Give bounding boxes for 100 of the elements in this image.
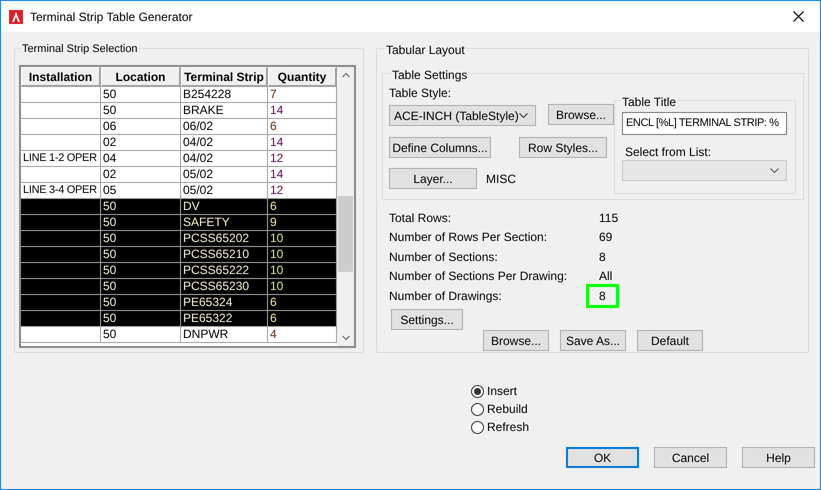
quantity-text: 14 — [270, 167, 284, 181]
close-icon — [792, 11, 804, 22]
list-label: Select from List: — [625, 144, 712, 161]
dialog-button[interactable]: Help — [742, 447, 815, 468]
table-row[interactable]: 50 B254228 7 — [21, 87, 337, 103]
app-logo-icon — [9, 10, 23, 24]
scroll-down-icon[interactable] — [342, 335, 350, 341]
title-field[interactable]: ENCL [%L] TERMINAL STRIP: % — [622, 112, 787, 135]
table-cell: 50 — [103, 311, 116, 325]
quantity-text: 6 — [270, 311, 277, 325]
quantity-text: 10 — [270, 279, 284, 293]
quantity-text: 7 — [270, 87, 277, 101]
dropdown-value: ACE-INCH (TableStyle) — [394, 108, 519, 124]
stat-label: Number of Sections Per Drawing: — [389, 268, 568, 286]
table-cell: 06 — [103, 119, 116, 133]
column-header[interactable]: Location — [101, 67, 181, 87]
table-cell: 50 — [103, 231, 116, 245]
table-row[interactable]: 50 PCSS65230 10 — [21, 279, 337, 295]
layout-button[interactable]: Save As... — [560, 330, 626, 351]
column-header[interactable]: Quantity — [268, 67, 337, 87]
table-cell: DNPWR — [183, 327, 228, 341]
table-cell: 50 — [103, 263, 116, 277]
table-row[interactable]: 02 05/02 14 — [21, 167, 337, 183]
quantity-text: 6 — [270, 199, 277, 213]
table-cell: 50 — [103, 295, 116, 309]
layer-button[interactable]: Layer... — [389, 168, 477, 189]
scroll-up-icon[interactable] — [342, 72, 350, 78]
table-row[interactable]: 50 BRAKE 14 — [21, 103, 337, 119]
table-cell: 50 — [103, 87, 116, 101]
table-cell: PCSS65230 — [183, 279, 250, 293]
table-cell: PE65322 — [183, 311, 232, 325]
settings-button[interactable]: Settings... — [391, 309, 463, 330]
quantity-text: 14 — [270, 135, 284, 149]
row-styles-button[interactable]: Row Styles... — [519, 137, 607, 158]
table-row[interactable]: 50 PE65322 6 — [21, 311, 337, 327]
table-row[interactable]: 50 PE65324 6 — [21, 295, 337, 311]
column-header[interactable]: Installation — [21, 67, 101, 87]
layout-button[interactable]: Default — [637, 330, 703, 351]
table-cell: PCSS65222 — [183, 263, 250, 277]
stat-value: 8 — [598, 248, 607, 266]
table-cell: 04/02 — [183, 151, 214, 165]
stat-label: Number of Drawings: — [389, 288, 503, 305]
radio-circle[interactable] — [471, 384, 484, 398]
table-cell: 02 — [103, 167, 116, 181]
table-cell: 05 — [103, 183, 116, 197]
layer-value: MISC — [486, 171, 516, 188]
define-columns-button[interactable]: Define Columns... — [389, 137, 491, 158]
quantity-text: 14 — [270, 103, 284, 117]
column-header[interactable]: Terminal Strip — [181, 67, 268, 87]
table-cell: PE65324 — [183, 295, 232, 309]
table-cell: LINE 1-2 OPER — [23, 152, 97, 164]
stat-label: Number of Rows Per Section: — [389, 229, 548, 246]
table-cell: 05/02 — [183, 167, 214, 181]
table-style-label: Table Style: — [389, 85, 452, 102]
table-row[interactable]: 50 PCSS65222 10 — [21, 263, 337, 279]
table-cell: 05/02 — [183, 183, 214, 197]
table-cell: 02 — [103, 135, 116, 149]
quantity-text: 4 — [270, 327, 277, 341]
table-cell: B254228 — [183, 87, 232, 101]
chevron-down-icon — [770, 168, 779, 173]
table-cell: 50 — [103, 215, 116, 229]
scrollbar[interactable] — [337, 67, 354, 346]
table-cell: 50 — [103, 279, 116, 293]
quantity-text: 10 — [270, 247, 284, 261]
stat-label: Number of Sections: — [389, 248, 499, 266]
browse-button[interactable]: Browse... — [548, 104, 614, 125]
dialog-button[interactable]: OK — [566, 447, 639, 468]
table-cell: 50 — [103, 327, 116, 341]
scroll-thumb[interactable] — [338, 196, 353, 272]
table-row[interactable]: LINE 3-4 OPER 05 05/02 12 — [21, 183, 337, 199]
quantity-text: 10 — [270, 231, 284, 245]
table-cell: BRAKE — [183, 103, 224, 117]
table-style-dropdown[interactable]: ACE-INCH (TableStyle) — [389, 105, 536, 126]
table-row[interactable]: 50 SAFETY 9 — [21, 215, 337, 231]
quantity-text: 12 — [270, 151, 284, 165]
radio-option[interactable]: Rebuild — [471, 401, 528, 417]
table-cell: 04/02 — [183, 135, 214, 149]
table-cell: 06/02 — [183, 119, 214, 133]
radio-option[interactable]: Refresh — [471, 419, 530, 435]
stat-label: Total Rows: — [389, 210, 452, 227]
table-cell: DV — [183, 199, 200, 213]
quantity-text: 10 — [270, 263, 284, 277]
quantity-text: 6 — [270, 295, 277, 309]
window-title: Terminal Strip Table Generator — [30, 8, 193, 26]
table-cell: LINE 3-4 OPER — [23, 184, 97, 196]
layout-button[interactable]: Browse... — [483, 330, 549, 351]
table-row[interactable]: 02 04/02 14 — [21, 135, 337, 151]
table-row[interactable]: 50 PCSS65210 10 — [21, 247, 337, 263]
table-cell: SAFETY — [183, 215, 230, 229]
table-row[interactable]: 50 DNPWR 4 — [21, 327, 337, 343]
table-row[interactable]: 50 PCSS65202 10 — [21, 231, 337, 247]
quantity-text: 9 — [270, 215, 277, 229]
radio-option[interactable]: Insert — [471, 383, 518, 399]
table-row[interactable]: 06 06/02 6 — [21, 119, 337, 135]
dialog-button[interactable]: Cancel — [654, 447, 727, 468]
stat-value: 69 — [598, 229, 614, 246]
table-row[interactable]: LINE 1-2 OPER 04 04/02 12 — [21, 151, 337, 167]
table-row[interactable]: 50 DV 6 — [21, 199, 337, 215]
stat-value: 8 — [586, 284, 619, 308]
table-cell: 50 — [103, 103, 116, 117]
